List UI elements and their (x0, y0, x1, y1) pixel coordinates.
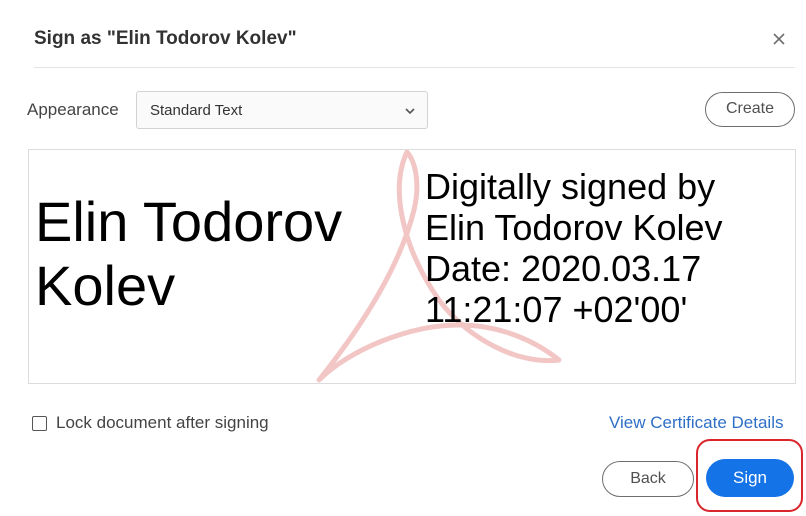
signature-name-text: Elin Todorov Kolev (35, 190, 343, 317)
dialog-title: Sign as "Elin Todorov Kolev" (34, 28, 297, 49)
chevron-down-icon (405, 108, 415, 115)
close-button[interactable] (768, 28, 790, 50)
close-icon (773, 33, 785, 45)
lock-document-checkbox[interactable] (32, 415, 47, 431)
title-divider (34, 67, 795, 68)
back-button[interactable]: Back (602, 461, 694, 497)
sign-button-highlight (696, 439, 803, 512)
lock-document-label: Lock document after signing (56, 413, 269, 432)
create-button[interactable]: Create (705, 92, 795, 127)
signature-details-text: Digitally signed by Elin Todorov Kolev D… (425, 166, 723, 330)
lock-document-option[interactable]: Lock document after signing (32, 412, 269, 434)
appearance-select[interactable]: Standard Text (136, 91, 428, 129)
view-certificate-link[interactable]: View Certificate Details (609, 413, 783, 433)
sign-dialog: Sign as "Elin Todorov Kolev" Appearance … (0, 0, 806, 516)
signature-preview: Elin Todorov Kolev Digitally signed by E… (28, 149, 796, 384)
appearance-select-value: Standard Text (150, 102, 243, 119)
appearance-label: Appearance (27, 100, 119, 119)
